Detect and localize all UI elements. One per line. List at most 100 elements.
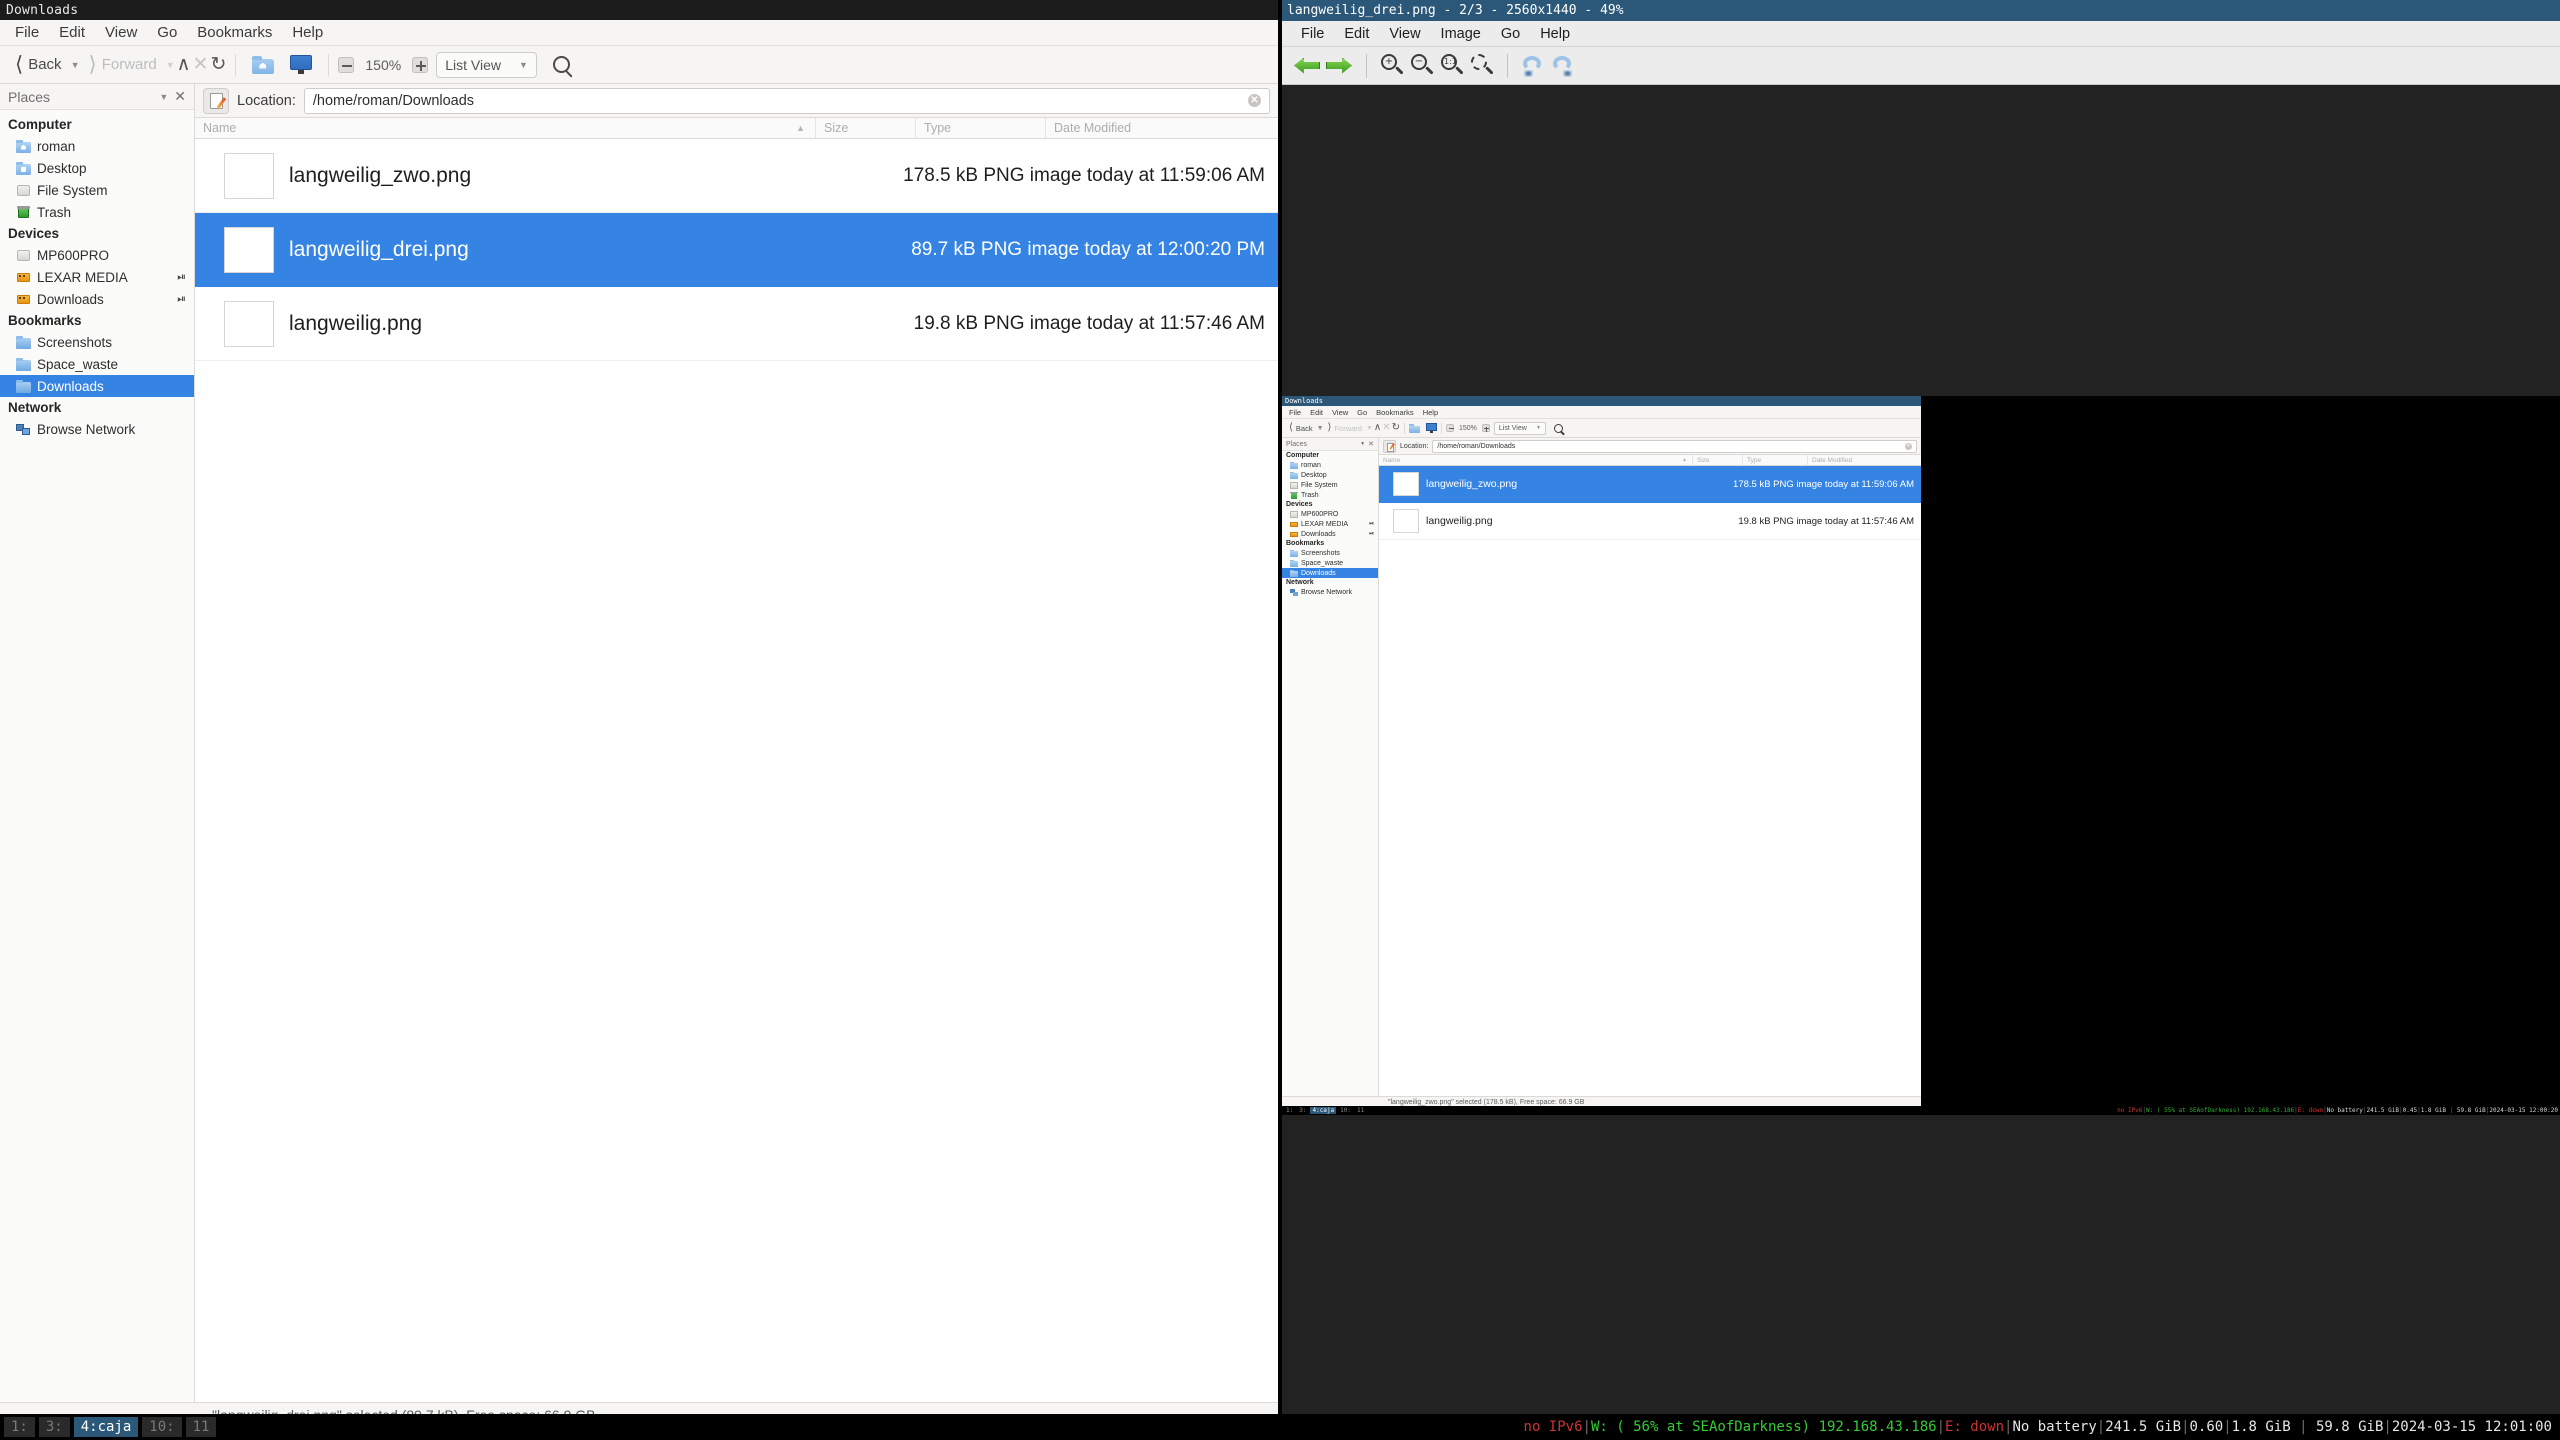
table-row[interactable]: langweilig.png 19.8 kB PNG image today a… [195,287,1278,361]
places-close-icon[interactable]: ✕ [174,88,186,105]
sidebar-item-browse-network[interactable]: Browse Network [0,418,194,440]
table-row[interactable]: langweilig_drei.png 89.7 kB PNG image to… [195,213,1278,287]
search-icon[interactable] [552,56,570,73]
sidebar-item-lexar-media[interactable]: LEXAR MEDIA ⏯ [0,266,194,288]
nested-menu-bookmarks: Bookmarks [1376,407,1414,417]
workspace-3[interactable]: 3: [38,1417,70,1437]
menu-image[interactable]: Image [1432,24,1490,44]
column-header-name[interactable]: Name ▲ [195,118,815,138]
clear-icon[interactable]: ✕ [1248,94,1261,107]
menu-edit[interactable]: Edit [1335,24,1378,44]
nested-status-text: "langweilig_zwo.png" selected (178.5 kB)… [1388,1099,1585,1106]
nested-sidebar-item-trash: Trash [1282,490,1378,500]
eject-icon[interactable]: ⏯ [177,271,186,284]
zoom-in-icon [1481,424,1490,432]
view-mode-select[interactable]: List View ▼ [436,51,537,78]
reload-icon[interactable]: ↻ [210,55,226,74]
sidebar-item-space-waste[interactable]: Space_waste [0,353,194,375]
drive-icon [1290,510,1298,518]
chevron-down-icon: ▼ [518,59,528,70]
workspace-10[interactable]: 10: [142,1417,182,1437]
home-folder-button[interactable] [245,52,281,78]
places-chevron-down-icon[interactable]: ▼ [159,92,168,102]
nested-sidebar-item-label: roman [1301,461,1321,469]
places-group-devices: Devices [8,226,60,241]
menu-view[interactable]: View [1380,24,1429,44]
back-label: Back [28,56,62,73]
up-arrow-icon[interactable]: ∧ [177,55,191,74]
zoom-out-icon[interactable] [338,56,355,73]
sidebar-item-downloads-bookmark[interactable]: Downloads [0,375,194,397]
forward-arrow-icon: ⟩ [1327,422,1332,433]
file-meta: 19.8 kB PNG image today at 11:57:46 AM [913,312,1265,334]
usb-drive-icon [1290,531,1298,538]
nested-file-list: langweilig_zwo.png 178.5 kB PNG image to… [1379,466,1921,1096]
zoom-level-label: 150% [365,56,402,73]
sidebar-item-roman[interactable]: roman [0,135,194,157]
nested-memory: 1.8 GiB [2420,1107,2446,1114]
column-header-type[interactable]: Type [915,118,1045,138]
sidebar-item-screenshots[interactable]: Screenshots [0,331,194,353]
back-arrow-icon: ⟨ [15,53,24,76]
separator [1404,422,1405,434]
nested-sidebar-item-label: Downloads [1301,530,1336,538]
back-history-chevron-down-icon[interactable]: ▼ [71,60,80,70]
nested-ipv6-status: no IPv6 [2117,1107,2143,1114]
edit-location-icon[interactable] [203,87,229,114]
menu-file[interactable]: File [6,22,48,43]
back-button[interactable]: ⟨ Back [8,50,69,79]
rotate-clockwise-icon[interactable] [1550,54,1576,78]
rotate-counterclockwise-icon[interactable] [1520,54,1546,78]
trash-icon [16,205,31,219]
workspace-11[interactable]: 11 [185,1417,217,1437]
file-list[interactable]: langweilig_zwo.png 178.5 kB PNG image to… [195,139,1278,1402]
sidebar-item-trash[interactable]: Trash [0,201,194,223]
png-thumbnail-icon [225,153,273,198]
clock: 2024-03-15 12:01:00 [2391,1419,2552,1435]
zoom-in-icon[interactable] [412,56,429,73]
nested-zoom-level: 150% [1459,424,1477,432]
zoom-normal-icon[interactable]: 1:1 [1439,53,1465,79]
menu-file[interactable]: File [1292,24,1333,44]
desktop-taskbar: 1: 3: 4:caja 10: 11 no IPv6|W: ( 56% at … [0,1414,2560,1440]
nested-clock: 2024-03-15 12:00:20 [2489,1107,2558,1114]
drive-icon [16,184,31,197]
nested-location-value: /home/roman/Downloads [1437,442,1516,450]
sidebar-item-desktop[interactable]: Desktop [0,157,194,179]
places-title: Places [8,88,51,105]
nested-group-bookmarks: Bookmarks [1286,540,1325,547]
file-name: langweilig_zwo.png [289,163,472,187]
sidebar-item-downloads-device[interactable]: Downloads ⏯ [0,288,194,310]
eject-icon[interactable]: ⏯ [177,293,186,306]
forward-history-chevron-down-icon[interactable]: ▼ [166,60,175,70]
sidebar-item-mp600pro[interactable]: MP600PRO [0,244,194,266]
location-input[interactable]: /home/roman/Downloads ✕ [303,87,1270,114]
stop-icon[interactable]: ✕ [193,55,209,74]
column-header-size[interactable]: Size [815,118,915,138]
table-row[interactable]: langweilig_zwo.png 178.5 kB PNG image to… [195,139,1278,213]
forward-arrow-icon: ⟩ [88,53,97,76]
zoom-out-icon[interactable]: − [1409,53,1435,79]
forward-button[interactable]: ⟩ Forward [81,50,163,79]
sidebar-item-label: Screenshots [37,334,113,350]
menu-help[interactable]: Help [283,22,332,43]
menu-bookmarks[interactable]: Bookmarks [188,22,281,43]
menu-go[interactable]: Go [148,22,186,43]
next-image-icon[interactable] [1326,55,1354,77]
menu-go[interactable]: Go [1492,24,1529,44]
nested-sidebar-item-downloads-device: Downloads ⏯ [1282,529,1378,539]
nested-workspace-4-caja: 4:caja [1310,1107,1337,1114]
zoom-in-icon[interactable]: + [1379,53,1405,79]
menu-help[interactable]: Help [1531,24,1579,44]
workspace-1[interactable]: 1: [4,1417,35,1437]
previous-image-icon[interactable] [1294,55,1322,77]
menu-view[interactable]: View [96,22,146,43]
menu-edit[interactable]: Edit [50,22,94,43]
zoom-fit-icon[interactable] [1469,53,1495,79]
computer-button[interactable] [283,51,319,78]
image-viewer-canvas[interactable]: Downloads File Edit View Go Bookmarks He… [1282,85,2560,1415]
sidebar-item-label: Browse Network [37,421,136,437]
workspace-4-caja[interactable]: 4:caja [73,1417,139,1437]
column-header-date-modified[interactable]: Date Modified [1045,118,1278,138]
sidebar-item-file-system[interactable]: File System [0,179,194,201]
